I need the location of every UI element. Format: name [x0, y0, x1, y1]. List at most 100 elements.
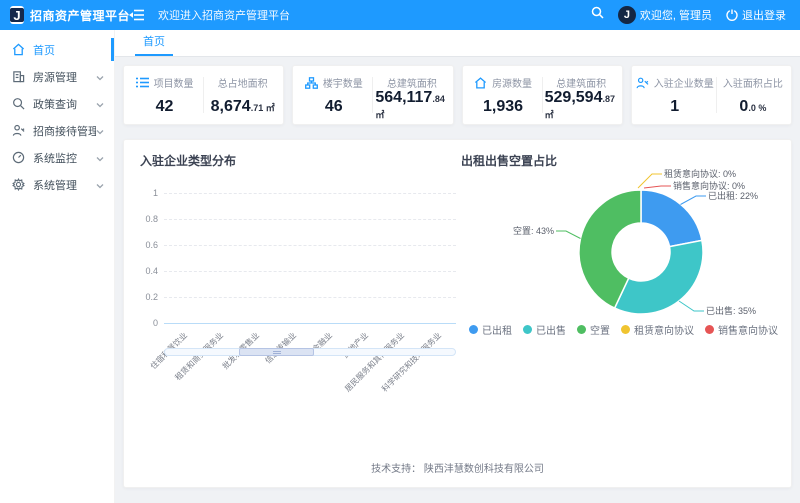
stat-value: 8,674 [211, 98, 251, 115]
y-tick: 0.4 [132, 266, 158, 276]
person-icon [12, 124, 25, 137]
power-icon [726, 9, 738, 21]
user-greeting[interactable]: J 欢迎您, 管理员 [618, 6, 712, 24]
callout-line-vacant [556, 231, 581, 239]
greeting-text: 欢迎您, 管理员 [640, 7, 712, 23]
callout-vacant: 空置: 43% [513, 225, 554, 236]
sidebar-item-label: 房源管理 [33, 69, 96, 85]
list-icon [136, 77, 149, 88]
stat-label: 入驻企业数量 [654, 75, 714, 90]
gridline [164, 219, 456, 220]
stat-card-rooms: 房源数量 1,936 总建筑面积 529,594.87 ㎡ [462, 65, 623, 125]
sitemap-icon [305, 77, 318, 89]
y-tick: 0.2 [132, 292, 158, 302]
sidebar-item-monitor[interactable]: 系统监控 [0, 144, 114, 171]
legend-item-sale-intent[interactable]: 销售意向协议 [705, 322, 778, 337]
bar-chart-title: 入驻企业类型分布 [140, 152, 236, 169]
callout-sale-intent: 销售意向协议: 0% [673, 180, 745, 191]
stat-label: 房源数量 [492, 75, 532, 90]
callout-line-sale-intent [644, 186, 671, 188]
logo-letter: J [10, 8, 24, 22]
legend-item-vacant[interactable]: 空置 [577, 322, 610, 337]
stat-label: 楼宇数量 [323, 75, 363, 90]
collapse-menu-icon[interactable] [129, 9, 144, 21]
brand: J 招商资产管理平台 [0, 6, 115, 24]
chevron-down-icon [96, 181, 104, 189]
legend-dot [621, 325, 630, 334]
datazoom-slider-track[interactable] [164, 348, 456, 356]
donut-chart: 租赁意向协议: 0% 销售意向协议: 0% 已出租: 22% 已出售: 35% … [456, 162, 791, 324]
y-tick: 0.6 [132, 240, 158, 250]
tab-home[interactable]: 首页 [135, 33, 173, 56]
sidebar-item-home[interactable]: 首页 [0, 36, 114, 63]
footer-support-text: 技术支持： 陕西沣慧数创科技有限公司 [124, 460, 791, 475]
chevron-down-icon [96, 100, 104, 108]
pie-legend: 已出租 已出售 空置 租赁意向协议 销售意向协议 [456, 322, 791, 337]
avatar: J [618, 6, 636, 24]
y-tick: 0 [132, 318, 158, 328]
stat-value: 1 [670, 98, 679, 115]
y-tick: 0.8 [132, 214, 158, 224]
pie-slice-rented[interactable] [641, 190, 702, 247]
gridline [164, 271, 456, 272]
gauge-icon [12, 151, 25, 164]
chevron-down-icon [96, 73, 104, 81]
legend-item-rented[interactable]: 已出租 [469, 322, 512, 337]
legend-item-rent-intent[interactable]: 租赁意向协议 [621, 322, 694, 337]
enterprise-icon [636, 77, 649, 89]
legend-item-sold[interactable]: 已出售 [523, 322, 566, 337]
logout-label: 退出登录 [742, 7, 786, 23]
sidebar-item-reception[interactable]: 招商接待管理 [0, 117, 114, 144]
stat-value: 564,117 [375, 89, 432, 106]
stat-label: 项目数量 [154, 75, 194, 90]
stat-label: 总建筑面积 [556, 75, 606, 90]
callout-rented: 已出租: 22% [708, 190, 758, 201]
chevron-down-icon [96, 127, 104, 135]
datazoom-grip [273, 351, 281, 354]
stat-label: 总占地面积 [218, 75, 268, 90]
search-icon [12, 97, 25, 110]
sidebar-item-settings[interactable]: 系统管理 [0, 171, 114, 198]
sidebar-item-label: 系统监控 [33, 150, 96, 166]
sidebar-item-label: 招商接待管理 [33, 123, 96, 139]
top-header: J 招商资产管理平台 欢迎进入招商资产管理平台 J 欢迎您, 管理员 退出登录 [0, 0, 800, 30]
legend-dot [523, 325, 532, 334]
stat-value: 46 [325, 98, 343, 115]
home-icon [474, 77, 487, 89]
main-area: 首页 项目数量 42 总占地面积 8,674.71 ㎡ 楼宇数 [115, 30, 800, 503]
legend-dot [469, 325, 478, 334]
welcome-text: 欢迎进入招商资产管理平台 [158, 7, 290, 23]
legend-dot [577, 325, 586, 334]
sidebar-item-label: 系统管理 [33, 177, 96, 193]
stat-card-buildings: 楼宇数量 46 总建筑面积 564,117.84 ㎡ [292, 65, 453, 125]
callout-rent-intent: 租赁意向协议: 0% [664, 168, 736, 179]
home-icon [12, 43, 25, 56]
callout-line-sold [679, 301, 704, 311]
callout-sold: 已出售: 35% [706, 305, 756, 316]
x-axis-line [164, 323, 456, 324]
sidebar-item-label: 政策查询 [33, 96, 96, 112]
gridline [164, 297, 456, 298]
charts-panel: 入驻企业类型分布 1 0.8 0.6 0.4 0.2 0 住宿和餐饮业 租赁和商… [123, 139, 792, 488]
stat-value: 0 [739, 98, 748, 115]
sidebar-item-label: 首页 [33, 42, 104, 58]
search-icon[interactable] [591, 6, 604, 24]
tab-bar: 首页 [115, 30, 800, 57]
legend-dot [705, 325, 714, 334]
callout-line-rented [681, 196, 707, 205]
gear-icon [12, 178, 25, 191]
sidebar: 首页 房源管理 政策查询 招商接待管理 系统监控 系统管理 [0, 30, 115, 503]
datazoom-slider-window[interactable] [239, 348, 314, 356]
sidebar-item-policy[interactable]: 政策查询 [0, 90, 114, 117]
stat-card-enterprises: 入驻企业数量 1 入驻面积占比 0.0 % [631, 65, 792, 125]
stat-value: 1,936 [483, 98, 523, 115]
stat-value: 42 [156, 98, 174, 115]
chevron-down-icon [96, 154, 104, 162]
sidebar-item-housing[interactable]: 房源管理 [0, 63, 114, 90]
logout-button[interactable]: 退出登录 [726, 7, 786, 23]
stat-card-projects: 项目数量 42 总占地面积 8,674.71 ㎡ [123, 65, 284, 125]
stat-label: 入驻面积占比 [723, 75, 783, 90]
stat-label: 总建筑面积 [387, 75, 437, 90]
stat-cards-row: 项目数量 42 总占地面积 8,674.71 ㎡ 楼宇数量 46 总建筑面积 [123, 65, 792, 125]
building-icon [12, 70, 25, 83]
